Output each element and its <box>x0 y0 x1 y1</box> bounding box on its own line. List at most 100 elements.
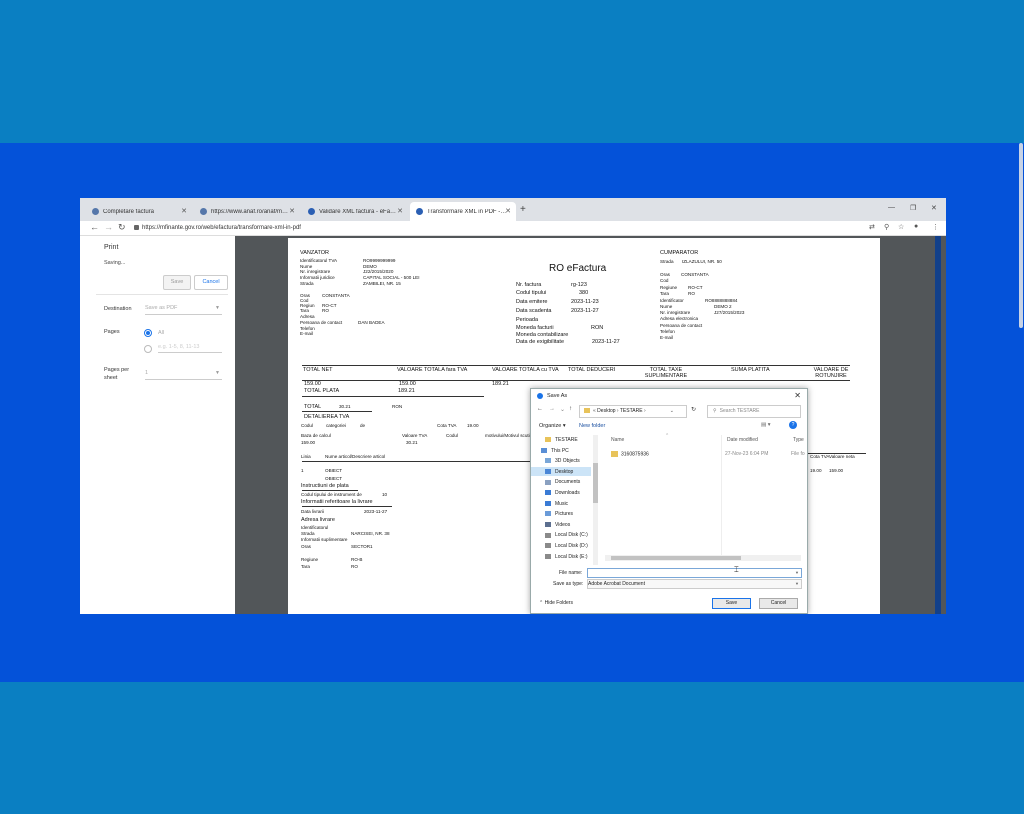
search-input[interactable]: ⚲ Search TESTARE <box>707 405 801 418</box>
tab-transformare-xml[interactable]: Transformare XML in PDF - eFactura ✕ <box>410 202 516 221</box>
tree-item[interactable]: Local Disk (C:) <box>545 532 588 538</box>
column-header-date[interactable]: Date modified <box>727 437 758 443</box>
back-icon[interactable]: ← <box>537 406 543 412</box>
tree-item[interactable]: Local Disk (D:) <box>545 543 588 549</box>
menu-icon[interactable]: ⋮ <box>932 223 939 231</box>
buyer-field-label: Telefon <box>660 329 675 334</box>
buyer-field-value: RO-CT <box>688 285 703 290</box>
dialog-cancel-button[interactable]: Cancel <box>759 598 798 609</box>
total-tva-value: 30.21 <box>339 404 351 409</box>
buyer-field-label: Regiune <box>660 285 678 290</box>
tree-item[interactable]: TESTARE <box>545 437 578 443</box>
tree-item[interactable]: 3D Objects <box>545 458 580 464</box>
disk-icon <box>545 532 551 538</box>
breadcrumb-item[interactable]: TESTARE <box>620 408 643 414</box>
scroll-thumb[interactable] <box>593 463 598 503</box>
file-type: File fo <box>791 451 805 457</box>
divider <box>302 490 358 491</box>
new-folder-button[interactable]: New folder <box>579 423 605 429</box>
buyer-field-label: Nr. inregistrare <box>660 310 691 315</box>
tab-anaf[interactable]: https://www.anaf.ro/anaf/myvra... ✕ <box>194 202 300 221</box>
breadcrumb[interactable]: « Desktop › TESTARE › ⌄ <box>579 405 687 418</box>
dialog-close-button[interactable]: ✕ <box>794 389 801 403</box>
desktop-icon <box>545 468 551 474</box>
tab-completare-factura[interactable]: Completare factura ✕ <box>86 202 192 221</box>
tab-label: Completare factura <box>103 208 155 215</box>
chevron-down-icon[interactable]: ⌄ <box>560 406 565 413</box>
hide-folders-button[interactable]: ⌃ Hide Folders <box>539 600 573 606</box>
tree-item[interactable]: Documents <box>545 479 580 485</box>
buyer-field-value: IZLAZULUI, NR. 50 <box>682 259 722 264</box>
column-header-name[interactable]: Name <box>611 437 624 443</box>
horizontal-scrollbar[interactable] <box>605 555 801 561</box>
close-icon[interactable]: ✕ <box>505 207 511 215</box>
tree-item[interactable]: Music <box>545 501 568 507</box>
breadcrumb-item[interactable]: Desktop <box>597 408 615 414</box>
file-row[interactable]: 3160875936 <box>611 451 649 457</box>
instructiuni-cell: 10 <box>382 492 388 497</box>
save-type-select[interactable]: Adobe Acrobat Document ▼ <box>587 579 802 589</box>
back-icon[interactable]: ← <box>90 222 99 232</box>
account-icon[interactable]: ● <box>914 223 918 230</box>
efactura-icon <box>416 208 423 215</box>
help-icon[interactable]: ? <box>789 421 797 429</box>
tree-item[interactable]: Pictures <box>545 511 573 517</box>
new-tab-button[interactable]: + <box>520 204 526 215</box>
close-icon[interactable]: ✕ <box>181 207 187 215</box>
buyer-field-value: J27/2015/2023 <box>714 310 745 315</box>
dialog-save-button[interactable]: Save <box>712 598 751 609</box>
organize-button[interactable]: Organize ▾ <box>539 423 566 429</box>
tree-item[interactable]: This PC <box>541 448 569 454</box>
close-icon[interactable]: ✕ <box>397 207 403 215</box>
seller-field-label: Identificatorul TVA <box>300 258 338 263</box>
maximize-button[interactable]: ❐ <box>910 204 916 212</box>
shield-icon <box>200 208 207 215</box>
forward-icon[interactable]: → <box>104 222 113 232</box>
chevron-down-icon: ▼ <box>795 570 799 575</box>
scroll-thumb[interactable] <box>611 556 741 560</box>
refresh-icon[interactable]: ↻ <box>691 406 696 413</box>
view-icon[interactable]: ▤ ▾ <box>761 422 771 428</box>
detail-label: Perioada <box>516 317 539 323</box>
pages-all-radio[interactable] <box>144 329 152 337</box>
up-icon[interactable]: ↑ <box>569 406 572 412</box>
print-cancel-button[interactable]: Cancel <box>194 275 228 290</box>
pages-per-sheet-select[interactable]: 1 ▼ <box>145 369 222 380</box>
detail-value: rg-123 <box>571 282 587 288</box>
forward-icon[interactable]: → <box>549 406 555 412</box>
pages-custom-input[interactable]: e.g. 1-5, 8, 11-13 <box>158 344 222 353</box>
column-header-type[interactable]: Type <box>793 437 804 443</box>
url-field[interactable]: https://mfinante.gov.ro/web/efactura/tra… <box>134 223 854 233</box>
window-close-button[interactable]: ✕ <box>931 204 937 212</box>
pages-custom-radio[interactable] <box>144 345 152 353</box>
translate-icon[interactable]: ⇄ <box>869 223 875 231</box>
seller-field-value: RO9999999999 <box>363 258 396 263</box>
detaliere-cell: 159.00 <box>301 440 316 445</box>
page-scrollbar[interactable] <box>1019 143 1023 328</box>
seller-field-value: ZAMBILEI, NR. 15 <box>363 281 401 286</box>
file-name-input[interactable]: ▼ <box>587 568 802 578</box>
zoom-icon[interactable]: ⚲ <box>884 223 889 231</box>
reload-icon[interactable]: ↻ <box>118 222 126 233</box>
minimize-button[interactable]: — <box>888 204 895 211</box>
tab-validare-xml[interactable]: Validare XML factură - eFactura ✕ <box>302 202 408 221</box>
divider <box>96 294 228 295</box>
seller-field-label: E-mail <box>300 331 314 336</box>
adresa-field-label: Oras <box>301 544 311 549</box>
close-icon[interactable]: ✕ <box>289 207 295 215</box>
navigation-scrollbar[interactable] <box>593 435 598 565</box>
tree-item[interactable]: Desktop <box>545 469 573 475</box>
star-icon[interactable]: ☆ <box>898 223 904 231</box>
totals-value-cell: 189.21 <box>492 381 509 387</box>
detaliere-cell: Cota TVA <box>437 423 457 428</box>
tree-item[interactable]: Local Disk (E:) <box>545 554 588 560</box>
chevron-down-icon[interactable]: ⌄ <box>670 406 674 417</box>
tree-item-label: Pictures <box>555 511 574 518</box>
file-list: Name ⌃ Date modified Type 3160875936 27-… <box>603 433 807 565</box>
print-save-button[interactable]: Save <box>163 275 191 290</box>
print-settings-panel: Print Saving... Save Cancel Destination … <box>80 236 235 614</box>
destination-select[interactable]: Save as PDF ▼ <box>145 304 222 315</box>
tree-item[interactable]: Videos <box>545 522 570 528</box>
detail-label: Data scadenta <box>516 308 552 314</box>
tree-item[interactable]: Downloads <box>545 490 580 496</box>
